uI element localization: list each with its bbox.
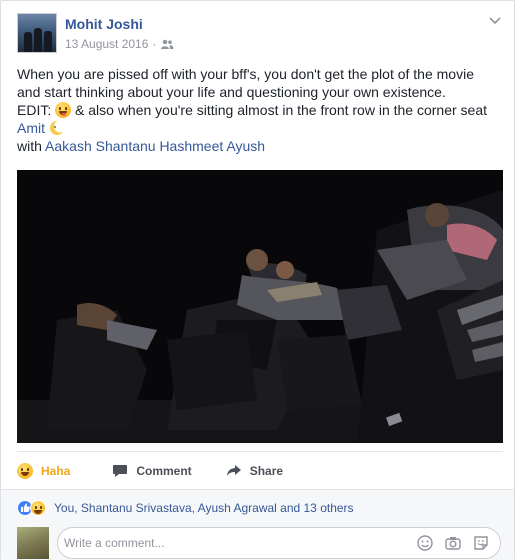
sticker-icon[interactable] xyxy=(472,534,490,552)
share-label: Share xyxy=(249,463,284,478)
comment-button[interactable]: Comment xyxy=(112,463,192,478)
meta-separator: · xyxy=(152,37,157,51)
moon-emoji-icon xyxy=(49,120,65,135)
edit-text: & also when you're sitting almost in the… xyxy=(75,102,488,118)
tagged-friends-link[interactable]: Aakash Shantanu Hashmeet Ayush xyxy=(45,138,265,154)
haha-emoji-icon xyxy=(17,462,33,479)
post-photo[interactable] xyxy=(17,170,503,443)
comment-composer xyxy=(1,525,514,560)
mention-link[interactable]: Amit xyxy=(17,120,45,136)
post-body: When you are pissed off with your bff's,… xyxy=(17,65,505,155)
edit-line: EDIT: & also when you're sitting almost … xyxy=(17,101,505,119)
post-actions: Haha Comment Share xyxy=(17,451,503,489)
with-label: with xyxy=(17,138,42,154)
reactions-summary[interactable]: You, Shantanu Srivastava, Ayush Agrawal … xyxy=(1,489,514,525)
camera-icon[interactable] xyxy=(444,534,462,552)
post-text-line: and start thinking about your life and q… xyxy=(17,84,446,100)
author-avatar[interactable] xyxy=(17,13,57,53)
post-text-line: When you are pissed off with your bff's,… xyxy=(17,66,474,82)
share-button[interactable]: Share xyxy=(226,464,283,478)
reactions-text[interactable]: You, Shantanu Srivastava, Ayush Agrawal … xyxy=(54,501,354,515)
mention-line: Amit xyxy=(17,119,505,137)
author-name[interactable]: Mohit Joshi xyxy=(65,16,143,32)
tongue-emoji-icon xyxy=(55,102,72,118)
post-header: Mohit Joshi 13 August 2016 · xyxy=(17,13,502,55)
theater-photo-image xyxy=(17,170,503,443)
emoji-icon[interactable] xyxy=(416,534,434,552)
comment-label: Comment xyxy=(136,463,192,478)
haha-reaction-button[interactable]: Haha xyxy=(17,462,71,479)
comment-box[interactable] xyxy=(57,527,501,559)
haha-emoji-icon xyxy=(30,499,46,516)
post-date[interactable]: 13 August 2016 xyxy=(65,37,148,51)
reaction-icons xyxy=(17,499,46,516)
tagged-line: with Aakash Shantanu Hashmeet Ayush xyxy=(17,137,505,155)
haha-label: Haha xyxy=(41,463,71,478)
post-meta: 13 August 2016 · xyxy=(65,37,174,51)
edit-label: EDIT: xyxy=(17,102,52,118)
friends-icon[interactable] xyxy=(160,39,174,49)
post-card: Mohit Joshi 13 August 2016 · When you ar… xyxy=(0,0,515,560)
current-user-avatar xyxy=(17,527,49,559)
comment-box-icons xyxy=(416,534,490,552)
comment-input[interactable] xyxy=(64,536,416,550)
chevron-down-icon[interactable] xyxy=(488,15,502,25)
comment-bubble-icon xyxy=(113,464,128,477)
share-arrow-icon xyxy=(226,464,241,476)
